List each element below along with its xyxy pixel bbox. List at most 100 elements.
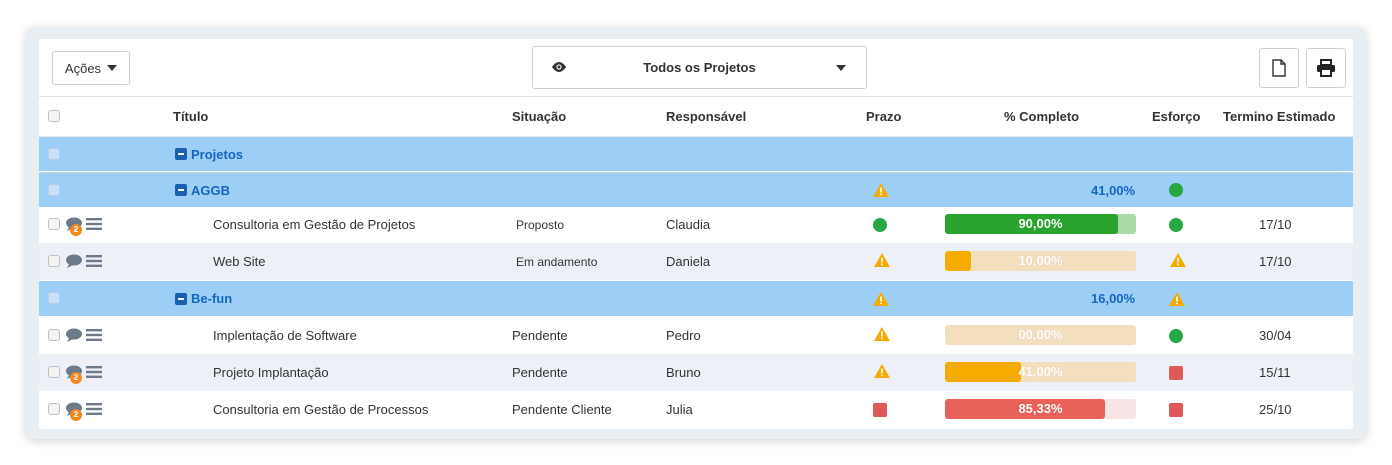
task-title[interactable]: Consultoria em Gestão de Projetos xyxy=(213,206,415,243)
collapse-icon[interactable] xyxy=(175,148,187,160)
progress-label: 85,33% xyxy=(1018,401,1063,416)
column-title[interactable]: Título xyxy=(173,97,208,136)
row-checkbox[interactable] xyxy=(48,184,60,196)
print-button[interactable] xyxy=(1306,48,1346,88)
collapse-icon[interactable] xyxy=(175,292,187,305)
table-row[interactable]: Implentação de Software Pendente Pedro 00,0… xyxy=(39,317,1353,354)
deadline-ok-icon xyxy=(873,217,887,232)
group-row-projetos[interactable]: Projetos xyxy=(39,137,1353,171)
progress-label: 90,00% xyxy=(1018,216,1063,231)
group-name: AGGB xyxy=(191,182,230,198)
task-status: Pendente Cliente xyxy=(512,402,612,417)
deadline-warning-icon xyxy=(873,363,891,382)
task-title[interactable]: Web Site xyxy=(213,243,266,280)
deadline-warning-icon xyxy=(872,173,890,207)
row-checkbox[interactable] xyxy=(48,403,60,415)
task-status: Pendente xyxy=(512,328,568,343)
effort-warning-icon xyxy=(1169,252,1187,271)
comment-count-badge: 2 xyxy=(70,224,82,236)
group-name: Be-fun xyxy=(191,291,233,306)
effort-ok-icon xyxy=(1169,217,1183,232)
effort-ok-icon xyxy=(1169,183,1183,197)
group-row-befun[interactable]: Be-fun 16,00% xyxy=(39,281,1353,316)
effort-warning-icon xyxy=(1168,281,1186,316)
task-title[interactable]: Projeto Implantação xyxy=(213,354,329,391)
task-owner: Pedro xyxy=(666,328,701,343)
select-all-checkbox[interactable] xyxy=(48,110,60,122)
task-estimated-end: 15/11 xyxy=(1259,365,1291,380)
row-checkbox[interactable] xyxy=(48,292,60,304)
progress-bar: 85,33% xyxy=(945,399,1136,419)
column-estimated-end[interactable]: Termino Estimado xyxy=(1223,97,1335,136)
deadline-late-icon xyxy=(873,402,887,417)
task-estimated-end: 17/10 xyxy=(1259,254,1292,269)
group-name: Projetos xyxy=(191,146,244,162)
progress-label: 10,00% xyxy=(1018,253,1063,268)
row-checkbox[interactable] xyxy=(48,329,60,341)
progress-bar: 10,00% xyxy=(945,251,1136,271)
effort-late-icon xyxy=(1169,402,1183,417)
row-checkbox[interactable] xyxy=(48,218,60,230)
progress-bar: 41,00% xyxy=(945,362,1136,382)
task-status: Pendente xyxy=(512,365,568,380)
deadline-warning-icon xyxy=(873,326,891,345)
column-status[interactable]: Situação xyxy=(512,97,566,136)
project-filter-label: Todos os Projetos xyxy=(643,60,756,75)
row-checkbox[interactable] xyxy=(48,255,60,267)
toolbar: Ações Todos os Projetos xyxy=(39,39,1353,97)
comments-icon[interactable]: 2 xyxy=(65,365,83,384)
group-complete: 16,00% xyxy=(1091,291,1136,306)
progress-label: 41,00% xyxy=(1018,364,1063,379)
table-row[interactable]: 2 Projeto Implantação Pendente Bruno 41,00% 1… xyxy=(39,354,1353,391)
task-estimated-end: 30/04 xyxy=(1259,328,1292,343)
task-owner: Bruno xyxy=(666,365,701,380)
menu-lines-icon[interactable] xyxy=(86,329,102,341)
table-row[interactable]: 2 Consultoria em Gestão de Projetos Propos… xyxy=(39,206,1353,243)
task-title[interactable]: Implentação de Software xyxy=(213,317,357,354)
task-owner: Julia xyxy=(666,402,693,417)
projects-panel: Ações Todos os Projetos Título Situação … xyxy=(39,39,1353,429)
task-owner: Daniela xyxy=(666,254,711,269)
table-header: Título Situação Responsável Prazo % Comp… xyxy=(39,97,1353,137)
printer-icon xyxy=(1317,59,1335,77)
row-checkbox[interactable] xyxy=(48,366,60,378)
table-row[interactable]: 2 Consultoria em Gestão de Processos Pende… xyxy=(39,391,1353,428)
menu-lines-icon[interactable] xyxy=(86,218,102,230)
progress-bar: 00,00% xyxy=(945,325,1136,345)
export-document-button[interactable] xyxy=(1259,48,1299,88)
table-row[interactable]: Web Site Em andamento Daniela 10,00% 17/10 xyxy=(39,243,1353,280)
deadline-warning-icon xyxy=(872,281,890,316)
document-icon xyxy=(1272,59,1286,77)
project-filter-select[interactable]: Todos os Projetos xyxy=(532,46,867,89)
menu-lines-icon[interactable] xyxy=(86,255,102,267)
progress-label: 00,00% xyxy=(1018,327,1063,342)
task-estimated-end: 17/10 xyxy=(1259,217,1292,232)
collapse-icon[interactable] xyxy=(175,184,187,196)
group-row-aggb[interactable]: AGGB 41,00% xyxy=(39,172,1353,207)
task-estimated-end: 25/10 xyxy=(1259,402,1292,417)
effort-ok-icon xyxy=(1169,328,1183,343)
task-owner: Claudia xyxy=(666,217,711,232)
group-complete: 41,00% xyxy=(1091,182,1136,198)
column-deadline[interactable]: Prazo xyxy=(866,97,901,136)
effort-late-icon xyxy=(1169,365,1183,380)
task-title[interactable]: Consultoria em Gestão de Processos xyxy=(213,391,428,428)
actions-dropdown-button[interactable]: Ações xyxy=(52,51,130,85)
comment-count-badge: 2 xyxy=(70,372,82,384)
row-checkbox[interactable] xyxy=(48,148,60,160)
caret-down-icon xyxy=(107,65,118,71)
progress-bar: 90,00% xyxy=(945,214,1136,234)
column-complete[interactable]: % Completo xyxy=(1004,97,1079,136)
actions-label: Ações xyxy=(64,60,102,76)
menu-lines-icon[interactable] xyxy=(86,403,102,415)
comments-icon[interactable] xyxy=(65,328,83,342)
caret-down-icon xyxy=(836,65,846,71)
task-status: Proposto xyxy=(516,217,565,232)
comments-icon[interactable]: 2 xyxy=(65,402,83,421)
column-owner[interactable]: Responsável xyxy=(666,97,746,136)
menu-lines-icon[interactable] xyxy=(86,366,102,378)
column-effort[interactable]: Esforço xyxy=(1152,97,1200,136)
comments-icon[interactable] xyxy=(65,254,83,268)
task-status: Em andamento xyxy=(516,254,598,269)
comments-icon[interactable]: 2 xyxy=(65,217,83,236)
